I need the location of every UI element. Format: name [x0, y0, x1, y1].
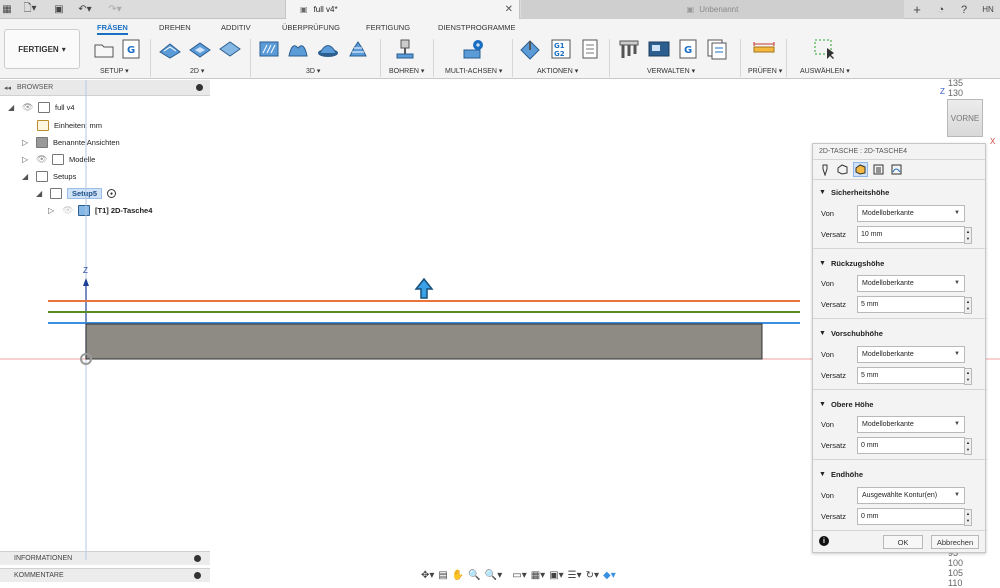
- dialog-tab-bar: [813, 160, 985, 180]
- feed-offset-input[interactable]: 5 mm ▲ ▼: [857, 367, 972, 385]
- clearance-offset-input[interactable]: 10 mm ▲ ▼: [857, 226, 972, 244]
- stock-body: [85, 323, 763, 360]
- refresh-icon[interactable]: ↻▾: [586, 570, 599, 581]
- ruler-label: 135: [948, 78, 964, 88]
- chevron-down-icon: ▼: [954, 351, 960, 357]
- divider: [813, 389, 987, 390]
- ruler-label: 110: [948, 578, 963, 588]
- heights-tab-icon[interactable]: [853, 162, 868, 177]
- z-arrow-head: [83, 278, 89, 286]
- ruler-label: 100: [948, 558, 964, 568]
- view-cube[interactable]: VORNE: [947, 99, 983, 137]
- row-clearance-offset: Versatz 10 mm ▲ ▼: [813, 226, 987, 244]
- zoom-icon[interactable]: 🔍: [468, 570, 480, 581]
- stepper-icon[interactable]: ▲ ▼: [964, 227, 972, 244]
- row-retract-offset: Versatz 5 mm ▲ ▼: [813, 296, 987, 314]
- height-manipulator-arrow: [414, 277, 434, 299]
- bottom-from-select[interactable]: Ausgewählte Kontur(en) ▼: [857, 487, 965, 504]
- divider: [813, 318, 987, 319]
- z-axis-label: Z: [83, 266, 88, 275]
- tool-tab-icon[interactable]: [817, 162, 832, 177]
- row-retract-from: Von Modelloberkante ▼: [813, 275, 987, 293]
- triangle-down-icon: ▼: [819, 329, 826, 337]
- ruler-label: 130: [948, 88, 964, 98]
- linking-tab-icon[interactable]: [889, 162, 904, 177]
- row-bottom-from: Von Ausgewählte Kontur(en) ▼: [813, 487, 987, 505]
- triangle-down-icon: ▼: [819, 470, 826, 478]
- triangle-down-icon: ▼: [819, 259, 826, 267]
- layers-icon[interactable]: ☰▾: [568, 570, 582, 581]
- geometry-tab-icon[interactable]: [835, 162, 850, 177]
- pocket-dialog: 2D-TASCHE : 2D-TASCHE4 ▼ Sicherheitshöhe …: [812, 143, 987, 553]
- section-clearance-height[interactable]: ▼ Sicherheitshöhe: [813, 184, 987, 200]
- dialog-title-bar[interactable]: 2D-TASCHE : 2D-TASCHE4: [813, 144, 985, 160]
- display-settings-icon[interactable]: ▭▾: [512, 570, 526, 581]
- info-icon[interactable]: i: [819, 536, 829, 546]
- look-at-icon[interactable]: ▤: [438, 570, 447, 581]
- section-top-height[interactable]: ▼ Obere Höhe: [813, 396, 987, 412]
- orbit-icon[interactable]: ✥▾: [421, 570, 434, 581]
- stepper-icon[interactable]: ▲ ▼: [964, 438, 972, 455]
- row-top-from: Von Modelloberkante ▼: [813, 416, 987, 434]
- chevron-down-icon: ▼: [954, 492, 960, 498]
- chevron-down-icon: ▼: [954, 421, 960, 427]
- triangle-down-icon: ▼: [819, 400, 826, 408]
- cancel-button[interactable]: Abbrechen: [931, 535, 979, 549]
- section-bottom-height[interactable]: ▼ Endhöhe: [813, 466, 987, 482]
- fit-icon[interactable]: 🔍▾: [485, 570, 502, 581]
- viewports-icon[interactable]: ▣▾: [549, 570, 563, 581]
- divider: [813, 459, 987, 460]
- triangle-down-icon: ▼: [819, 188, 826, 196]
- view-cube-z-label: Z: [940, 87, 945, 96]
- stepper-icon[interactable]: ▲ ▼: [964, 297, 972, 314]
- stepper-icon[interactable]: ▲ ▼: [964, 509, 972, 526]
- passes-tab-icon[interactable]: [871, 162, 886, 177]
- row-clearance-from: Von Modelloberkante ▼: [813, 205, 987, 223]
- top-offset-input[interactable]: 0 mm ▲ ▼: [857, 437, 972, 455]
- grid-settings-icon[interactable]: ▦▾: [531, 570, 545, 581]
- stepper-icon[interactable]: ▲ ▼: [964, 368, 972, 385]
- ruler-label: 105: [948, 568, 964, 578]
- dialog-title: 2D-TASCHE : 2D-TASCHE4: [819, 148, 908, 155]
- chevron-down-icon: ▼: [954, 210, 960, 216]
- pan-icon[interactable]: ✋: [452, 570, 464, 581]
- row-feed-offset: Versatz 5 mm ▲ ▼: [813, 367, 987, 385]
- section-retract-height[interactable]: ▼ Rückzugshöhe: [813, 255, 987, 271]
- diamond-icon[interactable]: ◆▾: [603, 570, 616, 581]
- row-top-offset: Versatz 0 mm ▲ ▼: [813, 437, 987, 455]
- row-feed-from: Von Modelloberkante ▼: [813, 346, 987, 364]
- ok-button[interactable]: OK: [883, 535, 923, 549]
- chevron-down-icon: ▼: [954, 280, 960, 286]
- top-from-select[interactable]: Modelloberkante ▼: [857, 416, 965, 433]
- view-cube-label: VORNE: [950, 113, 980, 123]
- retract-offset-input[interactable]: 5 mm ▲ ▼: [857, 296, 972, 314]
- divider: [813, 248, 987, 249]
- section-feed-height[interactable]: ▼ Vorschubhöhe: [813, 325, 987, 341]
- navigation-bar: ✥▾ ▤ ✋ 🔍 🔍▾ ▭▾ ▦▾ ▣▾ ☰▾ ↻▾ ◆▾: [421, 566, 669, 584]
- row-bottom-offset: Versatz 0 mm ▲ ▼: [813, 508, 987, 526]
- bottom-offset-input[interactable]: 0 mm ▲ ▼: [857, 508, 972, 526]
- feed-from-select[interactable]: Modelloberkante ▼: [857, 346, 965, 363]
- dialog-footer: i OK Abbrechen: [813, 530, 987, 552]
- retract-from-select[interactable]: Modelloberkante ▼: [857, 275, 965, 292]
- view-cube-x-label: X: [990, 137, 996, 146]
- clearance-from-select[interactable]: Modelloberkante ▼: [857, 205, 965, 222]
- fusion-app: ▦ 🗋▾ ▣ ↶▾ ↷▾ ▣ full v4* ✕ ▣ Unbenannt + …: [0, 0, 1000, 588]
